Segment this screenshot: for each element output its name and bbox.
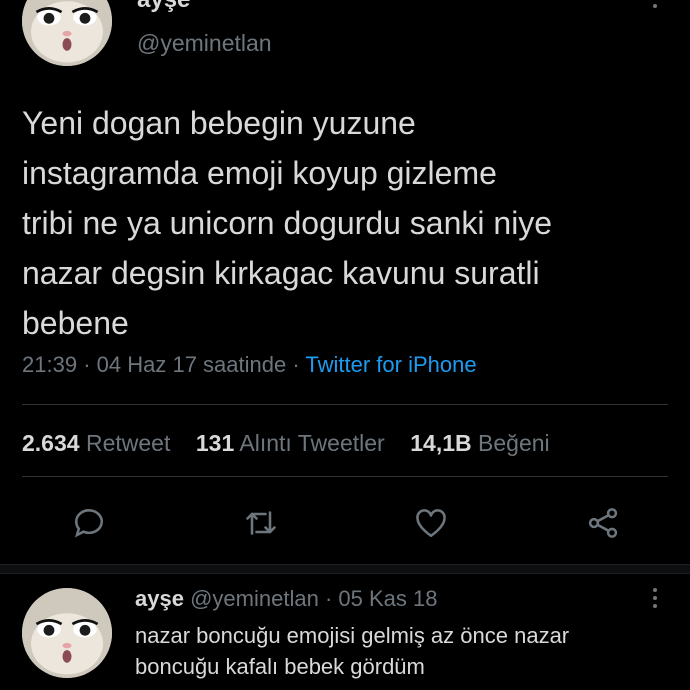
likes-label: Beğeni [478, 430, 550, 456]
author-name[interactable]: ayşe [137, 0, 190, 14]
author-handle[interactable]: @yeminetlan [137, 30, 272, 57]
retweet-button[interactable] [232, 494, 290, 552]
tweet-text-line: bebene [22, 305, 129, 341]
reply-handle[interactable]: @yeminetlan [190, 586, 319, 611]
quotes-stat[interactable]: 131 Alıntı Tweetler [196, 430, 385, 456]
tweet-stats: 2.634 Retweet 131 Alıntı Tweetler 14,1B … [22, 430, 550, 457]
retweets-label: Retweet [85, 430, 171, 456]
divider [22, 404, 668, 405]
tweet-source-link[interactable]: Twitter for iPhone [305, 352, 476, 377]
meta-separator: · [324, 586, 333, 611]
likes-count: 14,1B [410, 430, 472, 456]
retweets-stat[interactable]: 2.634 Retweet [22, 430, 170, 456]
share-icon [588, 508, 618, 538]
retweets-count: 2.634 [22, 430, 80, 456]
tweet-text: Yeni dogan bebegin yuzune instagramda em… [22, 98, 662, 348]
reply-author-name[interactable]: ayşe [135, 586, 184, 611]
reply-header: ayşe @yeminetlan · 05 Kas 18 [135, 586, 437, 612]
like-button[interactable] [402, 494, 460, 552]
more-options-icon[interactable] [640, 0, 670, 12]
share-button[interactable] [574, 494, 632, 552]
reply-text-line: boncuğu kafalı bebek gördüm [135, 654, 425, 679]
retweet-icon [246, 511, 276, 535]
tweet-text-line: Yeni dogan bebegin yuzune [22, 105, 416, 141]
reply-text-line: nazar boncuğu emojisi gelmiş az önce naz… [135, 623, 570, 648]
cat-avatar-image [22, 0, 112, 66]
tweet-meta: 21:39 · 04 Haz 17 saatinde · Twitter for… [22, 352, 477, 378]
tweet-text-line: tribi ne ya unicorn dogurdu sanki niye [22, 205, 553, 241]
quotes-label: Alıntı Tweetler [239, 430, 385, 456]
meta-separator: · [292, 352, 300, 377]
speech-bubble-icon [74, 509, 104, 538]
section-separator [0, 564, 690, 574]
tweet-date[interactable]: 04 Haz 17 saatinde [97, 352, 287, 377]
main-avatar[interactable] [22, 0, 112, 66]
reply-text: nazar boncuğu emojisi gelmiş az önce naz… [135, 620, 569, 682]
divider [22, 476, 668, 477]
reply-more-options-icon[interactable] [640, 588, 670, 612]
reply-button[interactable] [60, 494, 118, 552]
tweet-text-line: nazar degsin kirkagac kavunu suratli [22, 255, 540, 291]
heart-icon [416, 509, 446, 538]
reply-avatar[interactable] [22, 588, 112, 678]
tweet-time[interactable]: 21:39 [22, 352, 77, 377]
likes-stat[interactable]: 14,1B Beğeni [410, 430, 549, 456]
cat-avatar-image [22, 588, 112, 678]
tweet-text-line: instagramda emoji koyup gizleme [22, 155, 497, 191]
reply-date[interactable]: 05 Kas 18 [338, 586, 437, 611]
quotes-count: 131 [195, 430, 235, 456]
meta-separator: · [83, 352, 91, 377]
